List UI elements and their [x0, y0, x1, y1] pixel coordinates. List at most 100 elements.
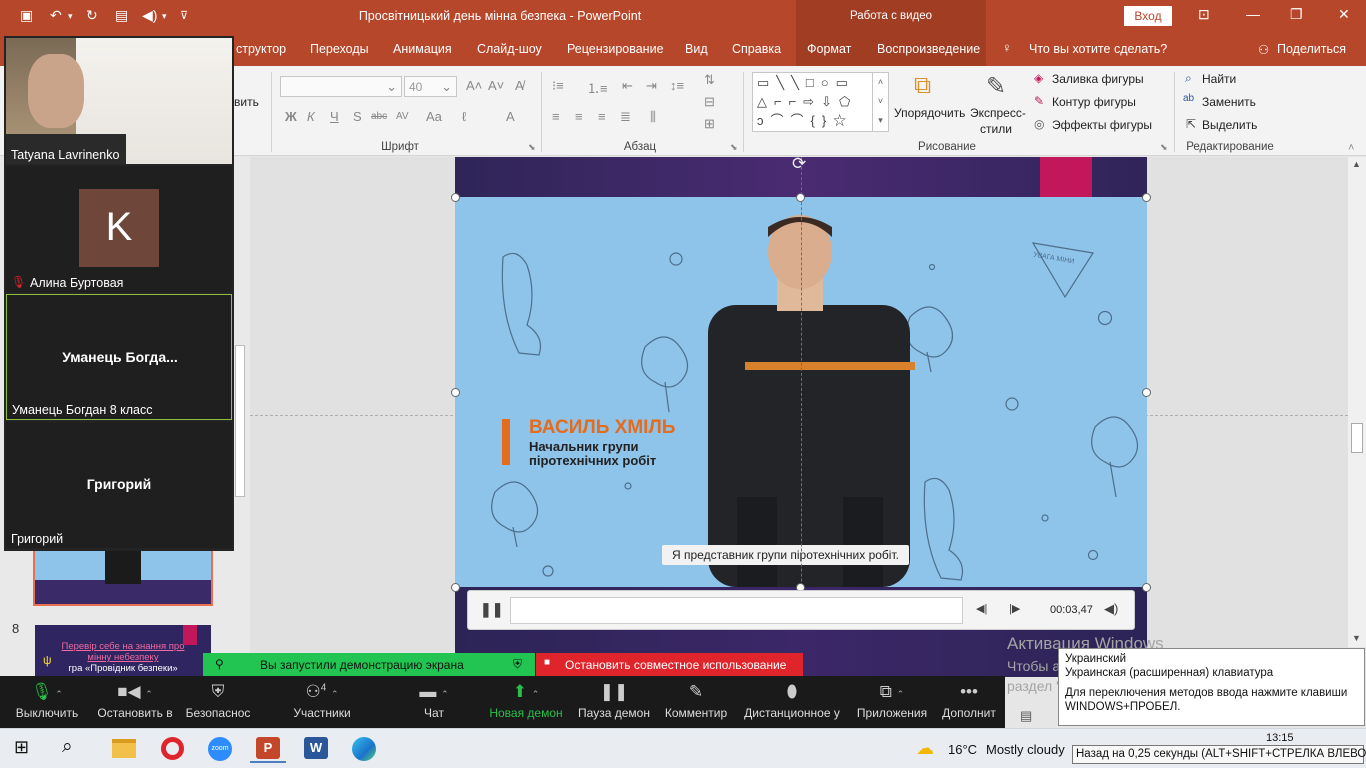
find-button[interactable]: Найти: [1202, 72, 1236, 86]
scroll-up-icon[interactable]: ▲: [1352, 159, 1361, 169]
powerpoint-icon[interactable]: P: [250, 735, 286, 763]
tab-format[interactable]: Формат: [796, 33, 862, 66]
pause-icon[interactable]: ❚❚: [480, 601, 503, 618]
resize-handle[interactable]: [1142, 193, 1151, 202]
weather-text[interactable]: Mostly cloudy: [986, 742, 1065, 757]
search-icon[interactable]: ⌕: [62, 736, 73, 758]
ribbon-display-icon[interactable]: ⊡: [1198, 6, 1210, 23]
share-button[interactable]: Поделиться: [1277, 42, 1346, 56]
rotate-handle-icon[interactable]: ⟳: [792, 154, 806, 174]
close-icon[interactable]: ✕: [1338, 6, 1350, 23]
edge-icon[interactable]: [346, 735, 382, 763]
dialog-launcher-icon[interactable]: ⬊: [730, 142, 738, 153]
line-spacing-icon[interactable]: ↕≡: [670, 78, 684, 93]
shape-fill-button[interactable]: Заливка фигуры: [1052, 72, 1144, 86]
clear-format-icon[interactable]: A̸: [515, 78, 524, 93]
dialog-launcher-icon[interactable]: ⬊: [528, 142, 536, 153]
step-forward-icon[interactable]: |▶: [1009, 602, 1020, 615]
tab-slideshow[interactable]: Слайд-шоу: [477, 42, 542, 56]
video-progress-track[interactable]: [510, 597, 963, 624]
weather-icon[interactable]: ☁: [916, 738, 934, 759]
step-back-icon[interactable]: ◀|: [976, 602, 987, 615]
smartart-icon[interactable]: ⊞: [704, 116, 715, 132]
resize-handle[interactable]: [451, 193, 460, 202]
mute-button[interactable]: 🎙 ⌃ Выключить: [8, 676, 86, 728]
vertical-scrollbar[interactable]: ▲ ▼: [1348, 157, 1366, 647]
thumbnail-scrollbar[interactable]: [235, 345, 245, 497]
participants-button[interactable]: ⚇4 ⌃ Участники: [286, 676, 358, 728]
shape-effects-button[interactable]: Эффекты фигуры: [1052, 118, 1152, 132]
slide-thumbnail-current[interactable]: [33, 542, 213, 606]
weather-temp[interactable]: 16°C: [948, 742, 977, 757]
align-text-icon[interactable]: ⊟: [704, 94, 715, 110]
shadow-button[interactable]: S: [353, 109, 362, 124]
decrease-font-icon[interactable]: A˅: [488, 78, 504, 93]
tab-help[interactable]: Справка: [732, 42, 781, 56]
columns-icon[interactable]: ⫼: [650, 109, 656, 125]
collapse-ribbon-icon[interactable]: ˄: [1348, 142, 1354, 154]
increase-font-icon[interactable]: A˄: [466, 78, 482, 93]
resize-handle[interactable]: [451, 583, 460, 592]
slide-thumbnail-8[interactable]: Перевір себе на знання про мінну небезпе…: [35, 625, 211, 681]
tab-view[interactable]: Вид: [685, 42, 708, 56]
minimize-icon[interactable]: —: [1246, 6, 1260, 22]
bullets-icon[interactable]: ⁝≡: [552, 78, 564, 94]
signin-button[interactable]: Вход: [1124, 6, 1172, 26]
quick-styles-button[interactable]: Экспресс-: [970, 106, 1026, 120]
tab-playback[interactable]: Воспроизведение: [862, 33, 986, 66]
italic-button[interactable]: К: [307, 109, 315, 124]
participant-tile-3[interactable]: Уманець Богда... Уманець Богдан 8 класс: [6, 294, 232, 420]
underline-button[interactable]: Ч: [330, 109, 339, 124]
text-direction-icon[interactable]: ⇅: [704, 72, 715, 88]
chat-button[interactable]: ▬ ⌃ Чат: [408, 676, 460, 728]
arrange-button[interactable]: Упорядочить: [894, 106, 965, 120]
new-share-button[interactable]: ⬆ ⌃ Новая демон: [486, 676, 566, 728]
highlight-icon[interactable]: ℓ: [462, 109, 466, 124]
scroll-down-icon[interactable]: ▼: [1352, 633, 1361, 643]
pause-share-button[interactable]: ❚❚ Пауза демон: [575, 676, 653, 728]
stop-share-button[interactable]: ■ Остановить совместное использование: [536, 653, 803, 676]
justify-icon[interactable]: ≣: [620, 109, 631, 125]
shapes-gallery[interactable]: ▭╲╲□○▭ △⌐⌐⇨⇩⬠ ↄ⌒⌒{}☆: [752, 72, 888, 132]
word-icon[interactable]: W: [298, 735, 334, 763]
font-name-select[interactable]: ⌄: [280, 76, 402, 97]
shape-outline-button[interactable]: Контур фигуры: [1052, 95, 1136, 109]
pin-icon[interactable]: ⚲: [215, 657, 224, 671]
change-case-button[interactable]: Aa: [426, 109, 442, 124]
resize-handle[interactable]: [1142, 583, 1151, 592]
replace-button[interactable]: Заменить: [1202, 95, 1256, 109]
char-spacing-button[interactable]: AV: [396, 111, 409, 122]
remote-control-button[interactable]: ⬮ Дистанционное у: [740, 676, 844, 728]
security-button[interactable]: ⛨ Безопаснос: [182, 676, 254, 728]
tell-me-search[interactable]: Что вы хотите сделать?: [1029, 42, 1167, 56]
font-color-button[interactable]: A: [506, 109, 515, 124]
arrange-icon[interactable]: ⧉: [914, 72, 931, 100]
tab-transitions[interactable]: Переходы: [310, 42, 369, 56]
decrease-indent-icon[interactable]: ⇤: [622, 78, 633, 94]
font-size-select[interactable]: 40 ⌄: [404, 76, 457, 97]
opera-icon[interactable]: [154, 735, 190, 763]
zoom-app-icon[interactable]: zoom: [202, 735, 238, 763]
scroll-thumb[interactable]: [1351, 423, 1363, 453]
resize-handle[interactable]: [1142, 388, 1151, 397]
align-right-icon[interactable]: ≡: [598, 109, 606, 124]
stop-video-button[interactable]: ■◀ ⌃ Остановить в: [92, 676, 178, 728]
dialog-launcher-icon[interactable]: ⬊: [1160, 142, 1168, 153]
tab-review[interactable]: Рецензирование: [567, 42, 664, 56]
shapes-scroll[interactable]: ˄ ˅ ▾: [872, 72, 889, 132]
annotate-button[interactable]: ✎ Комментир: [660, 676, 732, 728]
align-center-icon[interactable]: ≡: [575, 109, 583, 124]
windows-start-icon[interactable]: ⊞: [14, 737, 29, 758]
numbering-icon[interactable]: ⒈≡: [587, 78, 608, 97]
paste-label-partial[interactable]: вить: [234, 95, 259, 109]
participant-tile-2[interactable]: K 🎙 Алина Буртовая: [6, 166, 232, 292]
quick-styles-icon[interactable]: ✎: [986, 72, 1006, 101]
clock-time[interactable]: 13:15: [1266, 732, 1294, 744]
share-person-icon[interactable]: ⚇: [1258, 42, 1269, 57]
restore-icon[interactable]: ❐: [1290, 6, 1303, 23]
volume-icon[interactable]: ◀): [1104, 601, 1118, 617]
bold-button[interactable]: Ж: [285, 109, 297, 124]
participant-tile-4[interactable]: Григорий Григорий: [6, 422, 232, 548]
participant-tile-1[interactable]: Tatyana Lavrinenko: [6, 38, 232, 164]
increase-indent-icon[interactable]: ⇥: [646, 78, 657, 94]
